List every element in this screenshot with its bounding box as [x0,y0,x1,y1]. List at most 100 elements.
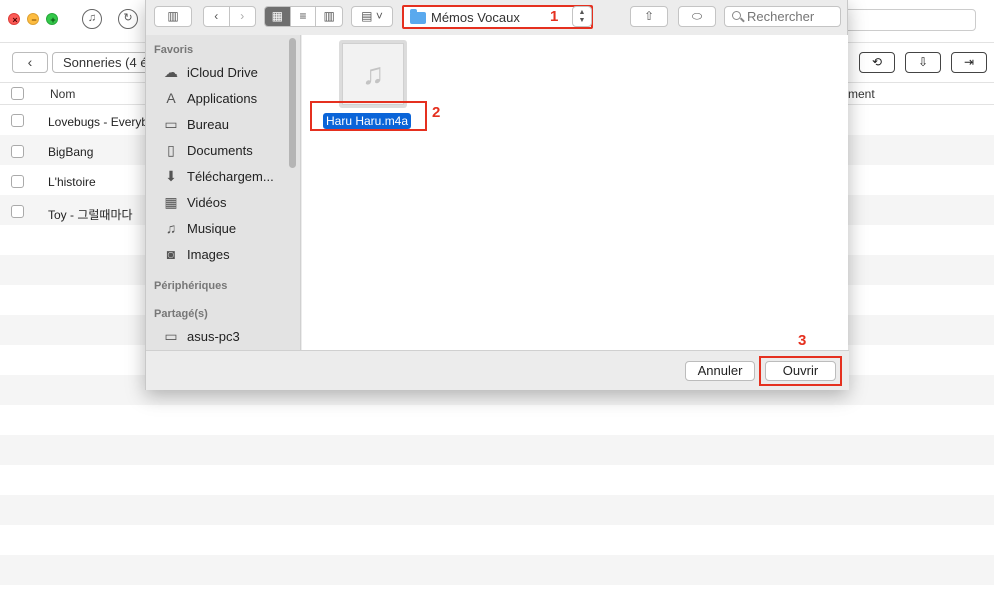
file-item[interactable]: ♫ [339,40,407,108]
sidebar-section-shared: Partagé(s) [154,308,208,320]
close-icon: × [12,15,18,25]
tag-icon: ⬭ [691,9,703,23]
sidebar-item-videos[interactable]: ▦ Vidéos [161,192,300,212]
sidebar-item-icloud-drive[interactable]: ☁ iCloud Drive [161,62,300,82]
film-icon: ▦ [164,193,178,210]
sidebar-item-label: Musique [187,220,237,236]
row-checkbox[interactable] [11,145,24,158]
sidebar-item-label: Applications [187,90,258,106]
camera-icon: ◙ [166,246,176,262]
download-icon: ⬇ [165,167,177,184]
forward-nav-button[interactable]: › [230,7,255,26]
sidebar-item-label: Documents [187,142,253,158]
export-button[interactable]: ⇥ [951,52,987,73]
select-all-checkbox[interactable] [11,87,24,100]
sidebar-item-label: iCloud Drive [187,64,258,80]
tag-button[interactable]: ⬭ [678,6,716,27]
location-stepper[interactable]: ▲ ▼ [572,6,592,27]
share-button[interactable]: ⇧ [630,6,668,27]
documents-icon: ▯ [167,141,175,158]
folder-icon [410,9,426,24]
sidebar-item-label: Téléchargem... [187,168,274,184]
sidebar-item-applications[interactable]: A Applications [161,88,300,108]
arrange-button[interactable]: ▤ ˅ [351,6,393,27]
annotation-badge-2: 2 [432,104,441,121]
sidebar-item-label: Bureau [187,116,229,132]
open-button[interactable]: Ouvrir [765,361,836,381]
desktop-icon: ▭ [164,115,178,132]
background-search-input[interactable] [844,9,976,31]
refresh-button[interactable]: ↻ [118,9,138,29]
sidebar-item-downloads[interactable]: ⬇ Téléchargem... [161,166,300,186]
sidebar-item-bureau[interactable]: ▭ Bureau [161,114,300,134]
table-row[interactable]: Toy - 그럴때마다 [48,206,133,223]
minimize-icon: − [31,15,37,25]
annotation-badge-3: 3 [798,332,807,349]
refresh-icon: ↻ [123,12,133,24]
sidebar-item-label: Images [187,246,230,262]
back-button[interactable]: ‹ [12,52,48,73]
applications-icon: A [166,90,176,106]
sidebar-section-devices: Périphériques [154,280,228,292]
view-mode-selector: ▦ ≡ ▥ [264,6,343,27]
nav-buttons: ‹ › [203,6,256,27]
table-row[interactable]: L'histoire [48,175,96,189]
row-stripe [0,555,994,585]
columns-icon: ▥ [323,9,335,23]
list-icon: ≡ [299,9,307,23]
music-note-icon: ♫ [165,220,177,236]
sidebar: Favoris ☁ iCloud Drive A Applications ▭ … [146,35,301,350]
chevron-left-icon: ‹ [214,9,219,23]
cancel-button[interactable]: Annuler [685,361,755,381]
music-note-icon: ♫ [87,12,97,24]
chevron-left-icon: ‹ [27,54,33,70]
list-view-button[interactable]: ≡ [291,7,317,26]
cloud-icon: ☁ [164,63,178,80]
open-file-dialog: ▥ ‹ › ▦ ≡ ▥ ▤ ˅ Mémos Vocaux 1 ▲▼ ⇧ ⬭ Fa… [145,0,849,390]
icon-view-button[interactable]: ▦ [265,7,291,26]
file-name-label[interactable]: Haru Haru.m4a [323,113,412,129]
import-button[interactable]: ⇩ [905,52,941,73]
sidebar-item-music[interactable]: ♫ Musique [161,218,300,238]
table-row[interactable]: BigBang [48,145,93,159]
annotation-badge-1: 1 [550,8,559,25]
zoom-icon: + [50,15,56,25]
sidebar-item-documents[interactable]: ▯ Documents [161,140,300,160]
sidebar-item-asus-pc3[interactable]: ▭ asus-pc3 [161,326,300,346]
sidebar-item-label: asus-pc3 [187,328,240,344]
location-label: Mémos Vocaux [431,10,520,25]
row-checkbox[interactable] [11,205,24,218]
sidebar-item-images[interactable]: ◙ Images [161,244,300,264]
chevron-right-icon: › [240,9,245,23]
dialog-footer: Annuler Ouvrir [146,350,849,390]
chevron-up-down-icon: ▲ ▼ [578,9,586,24]
sidebar-toggle-button[interactable]: ▥ [154,6,192,27]
location-popup[interactable]: Mémos Vocaux [402,5,593,29]
sidebar-item-label: Vidéos [187,194,227,210]
back-nav-button[interactable]: ‹ [204,7,230,26]
sidebar-icon: ▥ [167,9,179,23]
column-header-right[interactable]: ment [848,87,875,101]
zoom-window-button[interactable]: + [46,13,58,25]
row-checkbox[interactable] [11,114,24,127]
sidebar-section-favorites: Favoris [154,44,194,56]
share-icon: ⇧ [643,9,655,23]
music-add-icon: ⟲ [871,55,883,69]
arrange-grid-icon: ▤ ˅ [361,9,383,23]
column-header-name[interactable]: Nom [50,87,75,101]
annotation-box-3: Ouvrir [759,356,842,386]
itunes-button[interactable]: ♫ [82,9,102,29]
row-stripe [0,435,994,465]
minimize-window-button[interactable]: − [27,13,39,25]
file-browser: ♫ Haru Haru.m4a 2 [302,35,848,350]
tray-in-icon: ⇩ [917,55,929,69]
computer-icon: ▭ [164,327,178,344]
grid-icon: ▦ [271,9,283,23]
row-checkbox[interactable] [11,175,24,188]
close-window-button[interactable]: × [8,13,20,25]
export-icon: ⇥ [963,55,975,69]
add-ringtone-button[interactable]: ⟲ [859,52,895,73]
column-view-button[interactable]: ▥ [316,7,342,26]
search-field[interactable] [724,6,841,27]
search-input[interactable] [747,8,837,25]
